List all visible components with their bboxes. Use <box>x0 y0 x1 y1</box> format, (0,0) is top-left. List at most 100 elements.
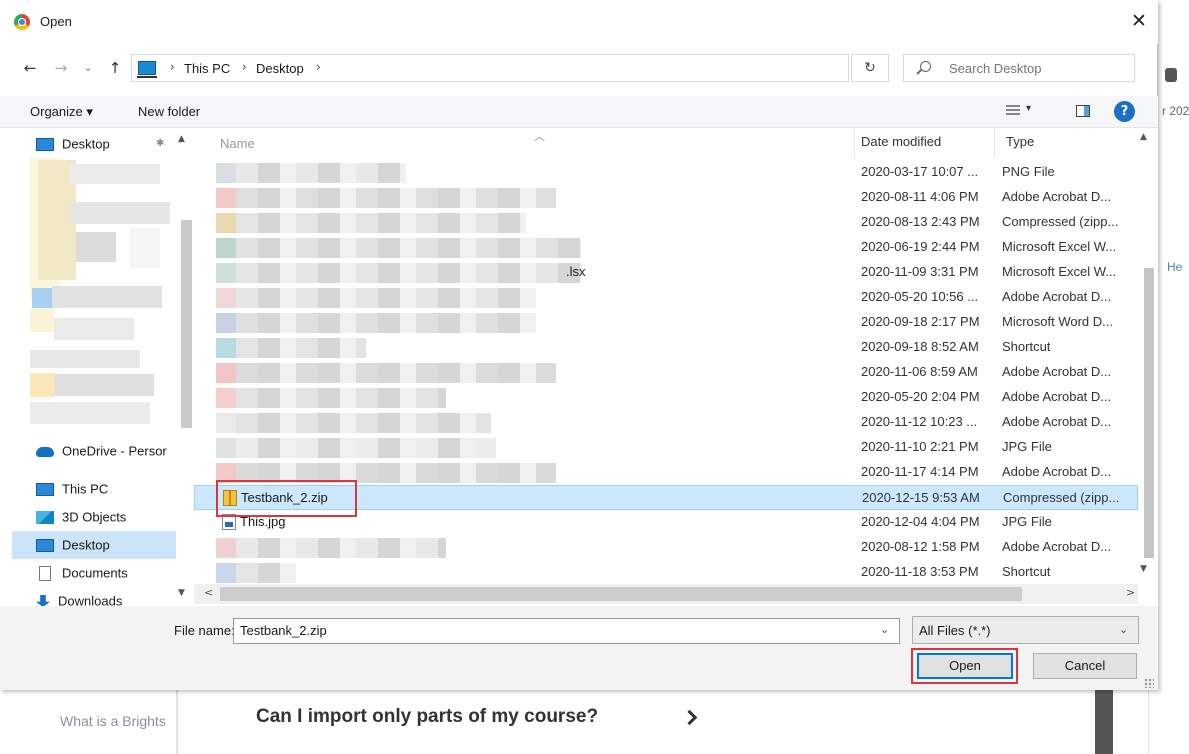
background-heading[interactable]: Can I import only parts of my course? <box>256 706 598 728</box>
puzzle-icon[interactable] <box>1165 68 1177 82</box>
nav-item-onedrive[interactable]: OneDrive - Persor <box>12 437 176 465</box>
column-headers: ︿ Name Date modified Type <box>194 128 1154 160</box>
close-button[interactable]: ✕ <box>1124 6 1154 36</box>
file-row[interactable]: 2020-09-18 8:52 AM Shortcut <box>194 335 1138 360</box>
background-sidebar-link[interactable]: What is a Brights <box>60 713 176 729</box>
resize-grip[interactable] <box>1144 678 1154 688</box>
forward-button[interactable]: → <box>50 56 72 80</box>
file-date-modified: 2020-06-19 2:44 PM <box>861 239 980 254</box>
highlight-box-open-button <box>911 648 1018 684</box>
file-row[interactable]: 2020-08-13 2:43 PM Compressed (zipp... <box>194 210 1138 235</box>
redacted-file-icon <box>216 213 236 233</box>
scroll-right-button[interactable]: > <box>1126 586 1135 599</box>
navpane-scroll-down[interactable]: ▼ <box>178 588 185 598</box>
redacted-file-name <box>236 538 446 558</box>
file-name-input[interactable] <box>240 623 860 638</box>
nav-item-desktop[interactable]: Desktop <box>12 531 176 559</box>
background-separator <box>176 690 178 754</box>
redacted-file-name <box>236 563 296 583</box>
file-row[interactable]: 2020-05-20 10:56 ... Adobe Acrobat D... <box>194 285 1138 310</box>
redacted-file-name <box>236 163 406 183</box>
redacted-file-name <box>236 363 556 383</box>
horizontal-scrollbar[interactable]: < > <box>194 584 1138 604</box>
horizontal-scrollbar-thumb[interactable] <box>220 587 1022 601</box>
file-name-dropdown-button[interactable]: ⌄ <box>880 623 889 636</box>
file-name-label: File name: <box>174 623 235 638</box>
column-divider[interactable] <box>854 128 855 158</box>
nav-item-this-pc[interactable]: This PC <box>12 475 176 503</box>
nav-item-documents[interactable]: Documents <box>12 559 176 587</box>
file-type: Microsoft Excel W... <box>1002 264 1117 279</box>
column-header-type[interactable]: Type <box>1006 134 1034 149</box>
file-type: PNG File <box>1002 164 1055 179</box>
file-name: .lsx <box>566 264 586 279</box>
nav-item-downloads[interactable]: Downloads <box>12 587 176 606</box>
nav-item-desktop-quick[interactable]: Desktop <box>12 130 176 158</box>
file-row[interactable]: 2020-11-06 8:59 AM Adobe Acrobat D... <box>194 360 1138 385</box>
scroll-left-button[interactable]: < <box>204 586 213 599</box>
file-row[interactable]: 2020-11-18 3:53 PM Shortcut <box>194 560 1138 585</box>
file-row[interactable]: 2020-05-20 2:04 PM Adobe Acrobat D... <box>194 385 1138 410</box>
navpane-scrollbar-thumb[interactable] <box>181 220 192 428</box>
cancel-button[interactable]: Cancel <box>1033 653 1137 679</box>
search-icon <box>920 61 931 72</box>
redacted-file-name <box>236 438 496 458</box>
breadcrumb-this-pc[interactable]: This PC <box>184 61 230 76</box>
organize-button[interactable]: Organize ▾ <box>30 104 93 120</box>
navpane-scroll-up[interactable]: ▲ <box>178 134 185 144</box>
search-box[interactable] <box>903 54 1135 82</box>
file-type-filter[interactable]: All Files (*.*) ⌄ <box>912 616 1139 644</box>
address-bar[interactable]: › This PC › Desktop › ⌄ <box>131 54 963 82</box>
redacted-file-name <box>236 338 366 358</box>
help-icon[interactable]: ? <box>1114 101 1135 122</box>
up-button[interactable]: ↑ <box>104 56 126 80</box>
chevron-right-icon[interactable] <box>681 709 698 726</box>
file-type: Shortcut <box>1002 564 1051 579</box>
preview-pane-icon[interactable] <box>1076 105 1090 117</box>
file-row[interactable]: 2020-08-11 4:06 PM Adobe Acrobat D... <box>194 185 1138 210</box>
file-name-combobox[interactable]: ⌄ <box>233 618 900 644</box>
redacted-file-name <box>236 238 581 258</box>
file-date-modified: 2020-11-18 3:53 PM <box>861 564 979 579</box>
refresh-button[interactable]: ↻ <box>851 54 889 82</box>
documents-icon <box>39 566 51 582</box>
nav-item-3d-objects[interactable]: 3D Objects <box>12 503 176 531</box>
view-options-dropdown[interactable]: ▾ <box>1026 103 1031 114</box>
redacted-file-icon <box>216 413 236 433</box>
pin-icon: ✱ <box>156 138 165 149</box>
column-header-name[interactable]: Name <box>220 136 255 151</box>
file-row[interactable]: 2020-03-17 10:07 ... PNG File <box>194 160 1138 185</box>
file-type-dropdown-icon[interactable]: ⌄ <box>1119 623 1128 636</box>
recent-locations-button[interactable]: ⌄ <box>80 56 96 80</box>
redacted-file-icon <box>216 188 236 208</box>
file-type: Compressed (zipp... <box>1003 490 1120 505</box>
breadcrumb-separator: › <box>316 60 321 74</box>
file-row[interactable]: 2020-11-12 10:23 ... Adobe Acrobat D... <box>194 410 1138 435</box>
filelist-scrollbar-thumb[interactable] <box>1144 268 1154 558</box>
file-type: Adobe Acrobat D... <box>1002 464 1112 479</box>
file-row[interactable]: .lsx 2020-11-09 3:31 PM Microsoft Excel W.… <box>194 260 1138 285</box>
file-type: Microsoft Excel W... <box>1002 239 1117 254</box>
column-header-date[interactable]: Date modified <box>861 134 941 149</box>
file-date-modified: 2020-11-09 3:31 PM <box>861 264 979 279</box>
file-date-modified: 2020-08-11 4:06 PM <box>861 189 979 204</box>
file-row[interactable]: 2020-06-19 2:44 PM Microsoft Excel W... <box>194 235 1138 260</box>
file-date-modified: 2020-12-15 9:53 AM <box>862 490 980 505</box>
file-type: JPG File <box>1002 514 1052 529</box>
file-row[interactable]: 2020-08-12 1:58 PM Adobe Acrobat D... <box>194 535 1138 560</box>
file-row[interactable]: 2020-09-18 2:17 PM Microsoft Word D... <box>194 310 1138 335</box>
breadcrumb-desktop[interactable]: Desktop <box>256 61 304 76</box>
new-folder-button[interactable]: New folder <box>138 104 200 119</box>
file-date-modified: 2020-11-17 4:14 PM <box>861 464 979 479</box>
filelist-scroll-up[interactable]: ▲ <box>1140 132 1147 142</box>
search-input[interactable] <box>949 61 1119 76</box>
file-row[interactable]: 2020-11-10 2:21 PM JPG File <box>194 435 1138 460</box>
change-view-icon[interactable] <box>1006 105 1020 117</box>
filelist-scroll-down[interactable]: ▼ <box>1140 564 1147 574</box>
title-bar[interactable]: Open ✕ <box>0 0 1158 44</box>
column-divider[interactable] <box>994 128 995 158</box>
back-button[interactable]: ← <box>18 56 42 80</box>
redacted-file-icon <box>216 313 236 333</box>
sort-ascending-icon: ︿ <box>534 130 545 143</box>
file-date-modified: 2020-08-12 1:58 PM <box>861 539 980 554</box>
